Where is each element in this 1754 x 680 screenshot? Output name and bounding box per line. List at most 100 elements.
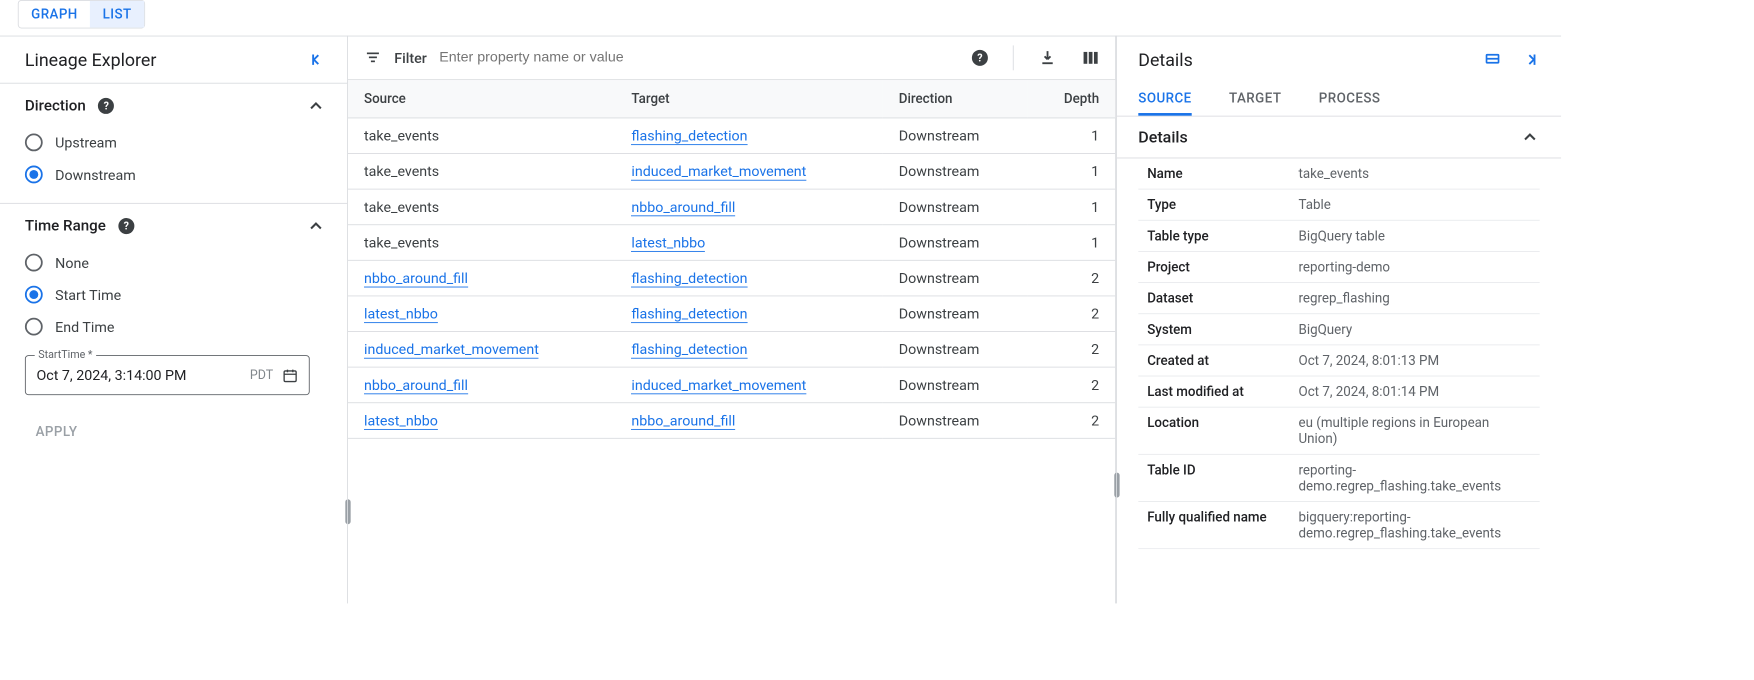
target-link[interactable]: nbbo_around_fill: [631, 412, 735, 430]
collapse-details-icon[interactable]: [1522, 51, 1540, 69]
target-link[interactable]: latest_nbbo: [631, 234, 705, 252]
target-link[interactable]: induced_market_movement: [631, 163, 806, 181]
table-row[interactable]: latest_nbbonbbo_around_fillDownstream2: [348, 403, 1115, 439]
calendar-icon[interactable]: [282, 367, 298, 383]
direction-section: Direction ? Upstream Downstream: [0, 83, 347, 203]
details-section-header[interactable]: Details: [1117, 117, 1561, 159]
details-section-title: Details: [1138, 128, 1187, 147]
table-row[interactable]: induced_market_movement flashing_detectio…: [348, 332, 1115, 368]
radio-end-time[interactable]: End Time: [25, 311, 326, 343]
cell-depth: 2: [1028, 367, 1115, 403]
cell-direction: Downstream: [883, 189, 1028, 225]
filter-bar: Filter ?: [348, 36, 1115, 80]
cell-depth: 1: [1028, 154, 1115, 190]
cell-depth: 1: [1028, 189, 1115, 225]
chevron-up-icon: [1520, 127, 1540, 147]
tab-graph[interactable]: GRAPH: [19, 1, 90, 28]
table-row[interactable]: take_eventsnbbo_around_fillDownstream1: [348, 189, 1115, 225]
target-link[interactable]: induced_market_movement: [631, 376, 806, 394]
property-key: Fully qualified name: [1147, 509, 1298, 541]
radio-upstream[interactable]: Upstream: [25, 126, 326, 158]
source-link[interactable]: nbbo_around_fill: [364, 376, 468, 394]
property-row: Created atOct 7, 2024, 8:01:13 PM: [1138, 345, 1539, 376]
tab-process[interactable]: PROCESS: [1319, 83, 1381, 116]
cell-direction: Downstream: [883, 296, 1028, 332]
cell-direction: Downstream: [883, 118, 1028, 154]
lineage-table: Source Target Direction Depth take_event…: [348, 80, 1115, 439]
property-row: Locationeu (multiple regions in European…: [1138, 408, 1539, 455]
property-row: Last modified atOct 7, 2024, 8:01:14 PM: [1138, 376, 1539, 407]
help-icon[interactable]: ?: [118, 218, 134, 234]
table-row[interactable]: take_eventslatest_nbboDownstream1: [348, 225, 1115, 261]
time-range-header[interactable]: Time Range ?: [25, 216, 326, 236]
table-row[interactable]: nbbo_around_fill induced_market_movement D…: [348, 367, 1115, 403]
collapse-sidebar-icon[interactable]: [308, 51, 326, 69]
details-panel: Details SOURCE TARGET PROCESS Details Na…: [1116, 36, 1561, 604]
time-range-title: Time Range: [25, 217, 106, 235]
tab-target[interactable]: TARGET: [1229, 83, 1281, 116]
cell-target: flashing_detection: [615, 296, 882, 332]
cell-target: nbbo_around_fill: [615, 403, 882, 439]
cell-source: latest_nbbo: [348, 296, 615, 332]
apply-button[interactable]: APPLY: [25, 417, 326, 447]
chevron-up-icon: [306, 96, 326, 116]
table-row[interactable]: nbbo_around_fillflashing_detectionDownst…: [348, 260, 1115, 296]
property-value: regrep_flashing: [1299, 290, 1390, 306]
view-mode-tabs: GRAPH LIST: [18, 0, 145, 28]
cell-target: nbbo_around_fill: [615, 189, 882, 225]
table-header-row: Source Target Direction Depth: [348, 80, 1115, 118]
source-link[interactable]: latest_nbbo: [364, 412, 438, 430]
tab-list[interactable]: LIST: [90, 1, 144, 28]
cell-target: induced_market_movement: [615, 367, 882, 403]
direction-header[interactable]: Direction ?: [25, 96, 326, 116]
property-key: Location: [1147, 415, 1298, 447]
fullscreen-icon[interactable]: [1483, 51, 1503, 69]
tab-source[interactable]: SOURCE: [1138, 83, 1191, 116]
source-link[interactable]: induced_market_movement: [364, 341, 539, 359]
property-key: Project: [1147, 259, 1298, 275]
target-link[interactable]: flashing_detection: [631, 341, 747, 359]
chevron-up-icon: [306, 216, 326, 236]
columns-icon[interactable]: [1081, 49, 1099, 67]
cell-source: nbbo_around_fill: [348, 260, 615, 296]
help-icon[interactable]: ?: [98, 98, 114, 114]
cell-direction: Downstream: [883, 332, 1028, 368]
filter-input[interactable]: [439, 50, 959, 66]
cell-direction: Downstream: [883, 367, 1028, 403]
property-value: eu (multiple regions in European Union): [1299, 415, 1531, 447]
lineage-table-panel: Filter ? Source Target Direction Dept: [347, 36, 1116, 604]
table-row[interactable]: take_eventsflashing_detectionDownstream1: [348, 118, 1115, 154]
table-row[interactable]: latest_nbbo flashing_detection Downstream2: [348, 296, 1115, 332]
direction-title: Direction: [25, 97, 86, 115]
property-value: reporting-demo.regrep_flashing.take_even…: [1299, 462, 1531, 494]
cell-target: flashing_detection: [615, 260, 882, 296]
col-source[interactable]: Source: [348, 80, 615, 118]
property-value: reporting-demo: [1299, 259, 1391, 275]
col-target[interactable]: Target: [615, 80, 882, 118]
field-timezone: PDT: [250, 368, 273, 382]
col-depth[interactable]: Depth: [1028, 80, 1115, 118]
start-time-field[interactable]: StartTime * Oct 7, 2024, 3:14:00 PM PDT: [25, 355, 310, 395]
radio-label: Downstream: [55, 166, 136, 183]
help-icon[interactable]: ?: [972, 50, 988, 66]
target-link[interactable]: nbbo_around_fill: [631, 198, 735, 216]
target-link[interactable]: flashing_detection: [631, 270, 747, 288]
property-key: Table ID: [1147, 462, 1298, 494]
cell-source: latest_nbbo: [348, 403, 615, 439]
cell-source: take_events: [348, 154, 615, 190]
radio-downstream[interactable]: Downstream: [25, 158, 326, 190]
property-value: BigQuery table: [1299, 228, 1385, 244]
target-link[interactable]: flashing_detection: [631, 305, 747, 323]
radio-start-time[interactable]: Start Time: [25, 279, 326, 311]
download-icon[interactable]: [1039, 49, 1057, 67]
source-link[interactable]: nbbo_around_fill: [364, 270, 468, 288]
property-key: Type: [1147, 197, 1298, 213]
table-row[interactable]: take_eventsinduced_market_movementDownst…: [348, 154, 1115, 190]
target-link[interactable]: flashing_detection: [631, 127, 747, 145]
radio-none[interactable]: None: [25, 247, 326, 279]
col-direction[interactable]: Direction: [883, 80, 1028, 118]
cell-depth: 2: [1028, 296, 1115, 332]
source-link[interactable]: latest_nbbo: [364, 305, 438, 323]
property-row: Projectreporting-demo: [1138, 252, 1539, 283]
cell-target: flashing_detection: [615, 118, 882, 154]
